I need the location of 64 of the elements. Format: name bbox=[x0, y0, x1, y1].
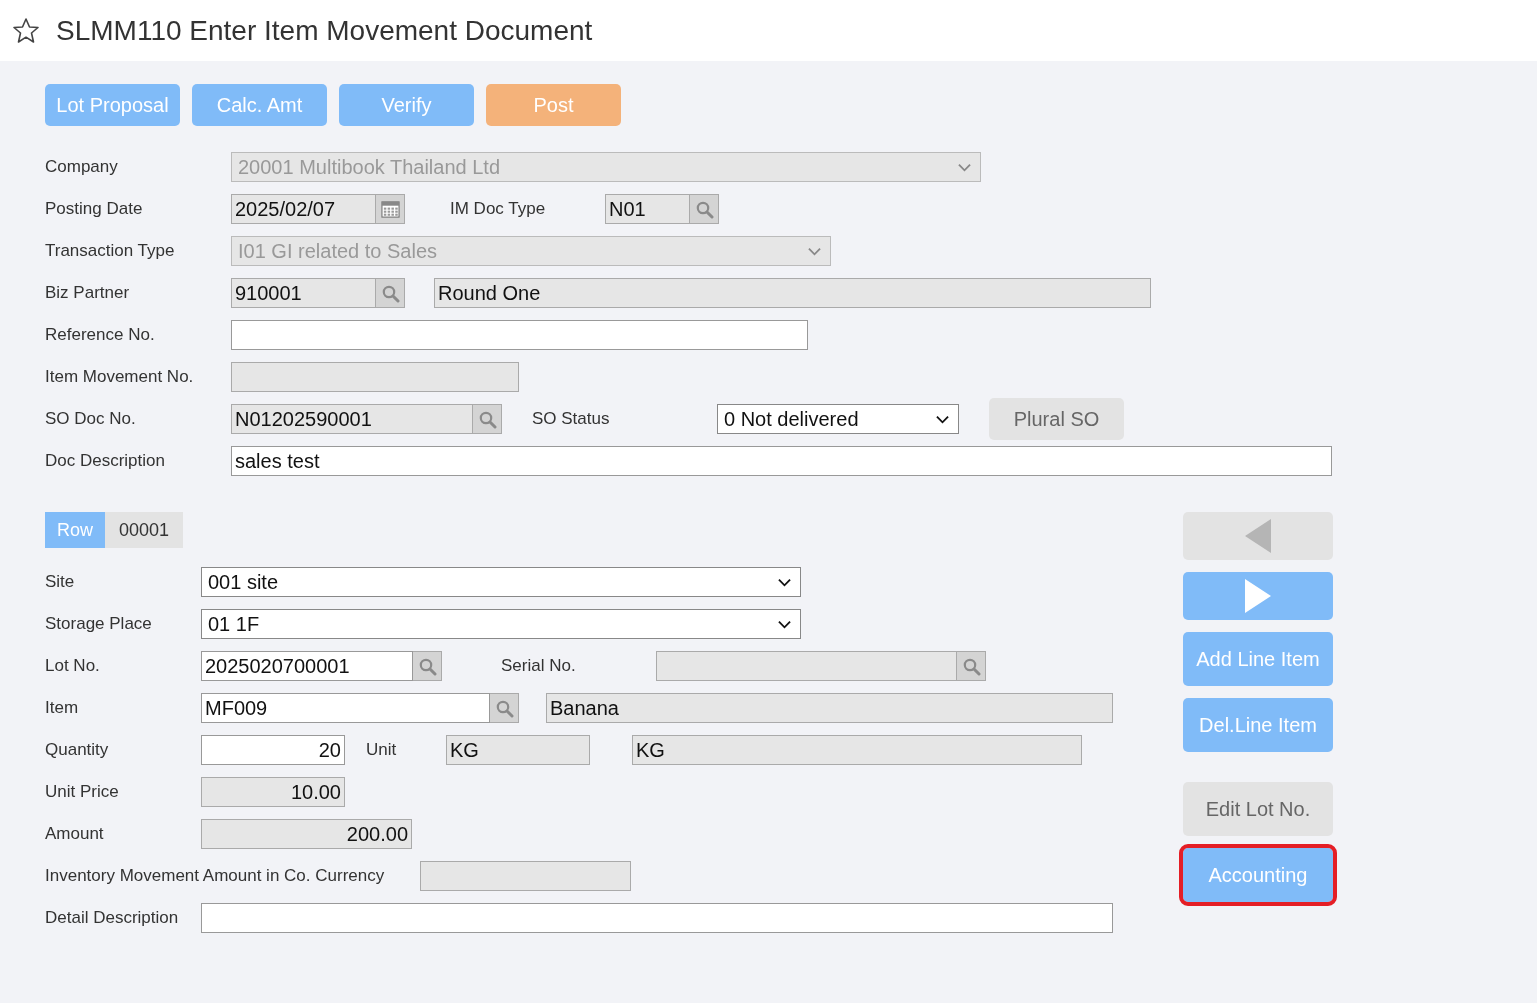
input-field[interactable]: 910001 bbox=[231, 278, 376, 308]
field-label: Serial No. bbox=[501, 656, 577, 676]
search-icon bbox=[477, 409, 497, 429]
field-label: Storage Place bbox=[45, 614, 153, 634]
dropdown[interactable]: 001 site bbox=[201, 567, 801, 597]
field-label: IM Doc Type bbox=[450, 199, 547, 219]
field-label: SO Doc No. bbox=[45, 409, 137, 429]
search-icon bbox=[961, 656, 981, 676]
field-label: Transaction Type bbox=[45, 241, 176, 261]
input-field[interactable]: N01 bbox=[605, 194, 690, 224]
input-field[interactable] bbox=[420, 861, 632, 891]
field-label: Posting Date bbox=[45, 199, 144, 219]
input-field[interactable] bbox=[656, 651, 957, 681]
calendar-button[interactable] bbox=[376, 194, 405, 224]
field-label: Site bbox=[45, 572, 76, 592]
input-field[interactable]: 2025/02/07 bbox=[231, 194, 376, 224]
search-button[interactable] bbox=[473, 404, 502, 434]
input-field[interactable]: N01202590001 bbox=[231, 404, 473, 434]
field-label: Biz Partner bbox=[45, 283, 131, 303]
search-icon bbox=[494, 698, 514, 718]
field-label: Reference No. bbox=[45, 325, 156, 345]
field-label: Lot No. bbox=[45, 656, 101, 676]
input-field[interactable]: Round One bbox=[434, 278, 1151, 308]
right-triangle-icon bbox=[1245, 579, 1271, 613]
field-label: Unit Price bbox=[45, 782, 120, 802]
field-label: Doc Description bbox=[45, 451, 166, 471]
input-field[interactable]: sales test bbox=[231, 446, 1332, 476]
input-field[interactable]: 2025020700001 bbox=[201, 651, 413, 681]
search-button[interactable] bbox=[413, 651, 442, 681]
star-icon[interactable] bbox=[12, 17, 40, 44]
field-label: Inventory Movement Amount in Co. Currency bbox=[45, 866, 385, 886]
input-field[interactable]: Banana bbox=[546, 693, 1113, 723]
page-title: SLMM110 Enter Item Movement Document bbox=[56, 14, 593, 47]
input-field[interactable]: 200.00 bbox=[201, 819, 412, 849]
left-triangle-icon bbox=[1245, 519, 1271, 553]
search-button[interactable] bbox=[376, 278, 405, 308]
search-icon bbox=[417, 656, 437, 676]
dropdown[interactable]: 01 1F bbox=[201, 609, 801, 639]
input-field[interactable]: KG bbox=[632, 735, 1082, 765]
row-number: 00001 bbox=[105, 512, 183, 548]
input-field[interactable] bbox=[231, 362, 519, 392]
input-field[interactable] bbox=[231, 320, 808, 350]
input-field[interactable]: 20 bbox=[201, 735, 345, 765]
next-button[interactable] bbox=[1183, 572, 1333, 620]
search-button[interactable] bbox=[957, 651, 986, 681]
input-field[interactable]: MF009 bbox=[201, 693, 490, 723]
field-label: Quantity bbox=[45, 740, 110, 760]
dropdown[interactable]: 0 Not delivered bbox=[717, 404, 959, 434]
field-label: Item Movement No. bbox=[45, 367, 195, 387]
search-icon bbox=[694, 199, 714, 219]
field-label: Item bbox=[45, 698, 80, 718]
search-icon bbox=[380, 283, 400, 303]
input-field[interactable]: 10.00 bbox=[201, 777, 345, 807]
field-label: Amount bbox=[45, 824, 105, 844]
field-label: SO Status bbox=[532, 409, 611, 429]
input-field[interactable] bbox=[201, 903, 1113, 933]
search-button[interactable] bbox=[690, 194, 719, 224]
input-field[interactable]: KG bbox=[446, 735, 590, 765]
field-label: Detail Description bbox=[45, 908, 180, 928]
field-label: Company bbox=[45, 157, 119, 177]
field-label: Unit bbox=[366, 740, 398, 760]
row-label: Row bbox=[45, 512, 105, 548]
calendar-icon bbox=[380, 199, 400, 219]
search-button[interactable] bbox=[490, 693, 519, 723]
